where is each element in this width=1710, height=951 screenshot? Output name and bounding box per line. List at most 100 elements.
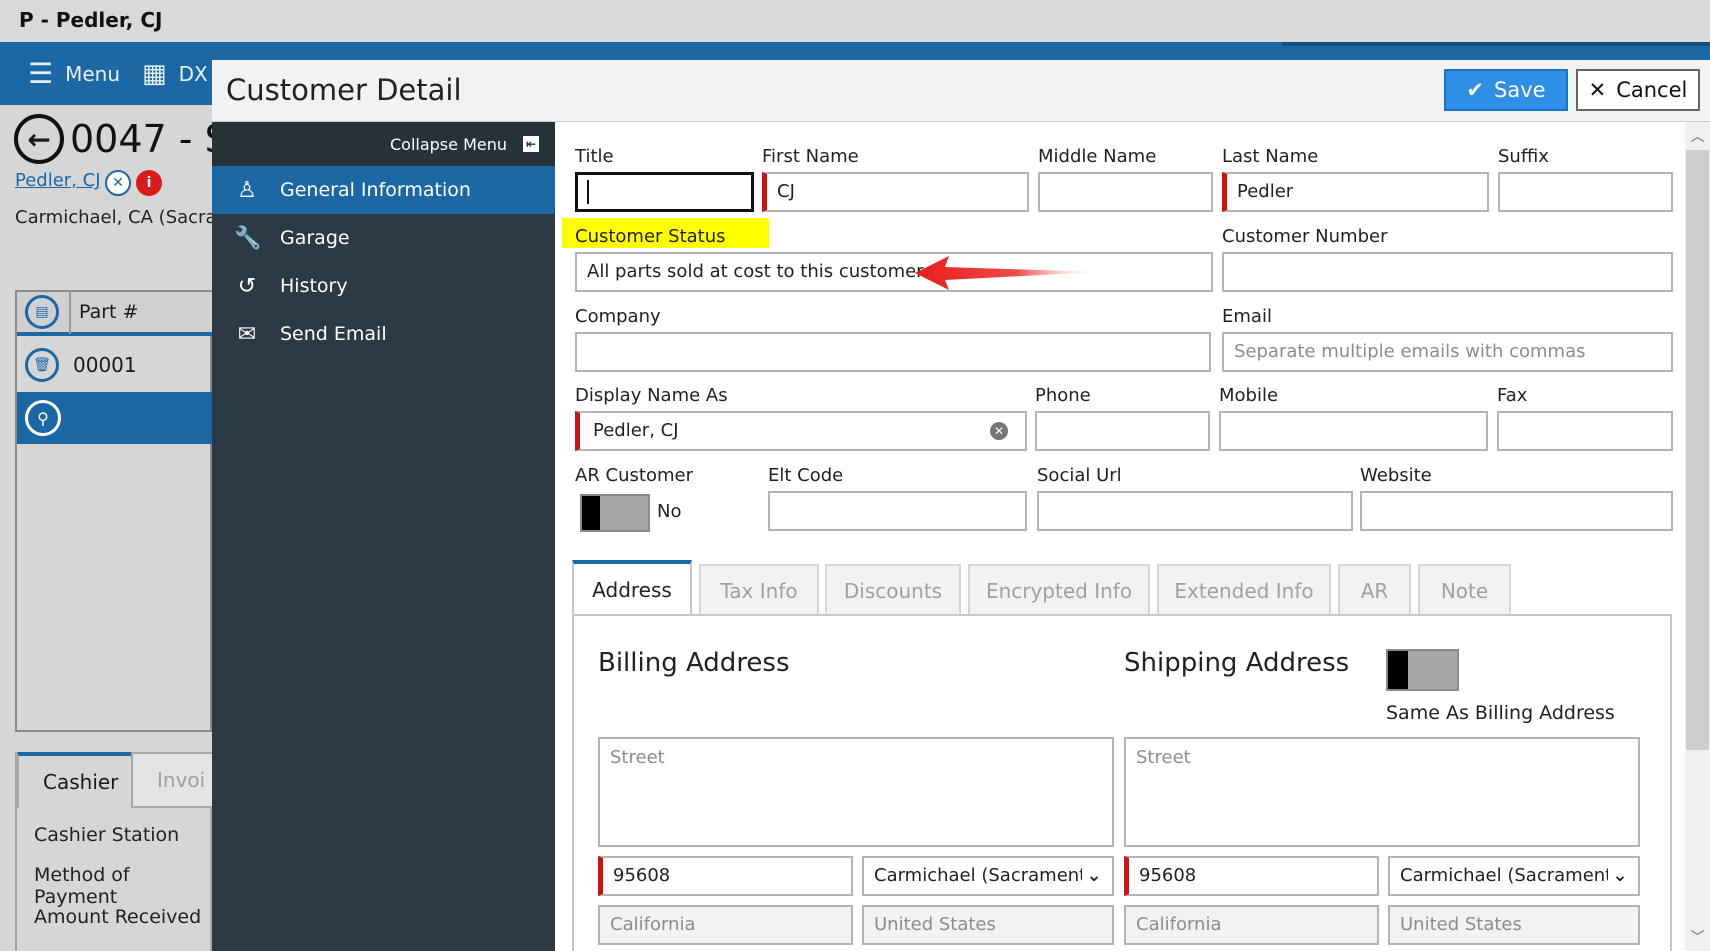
- scrollbar-thumb[interactable]: [1686, 150, 1709, 750]
- middle-name-label: Middle Name: [1038, 146, 1157, 167]
- middle-name-field[interactable]: [1038, 172, 1213, 212]
- display-name-field[interactable]: Pedler, CJ: [575, 411, 1027, 451]
- hamburger-icon: ☰: [28, 57, 54, 90]
- ar-customer-label: AR Customer: [575, 465, 693, 486]
- ar-customer-value: No: [657, 501, 682, 522]
- website-field[interactable]: [1360, 491, 1673, 531]
- billing-street-field[interactable]: Street: [598, 737, 1114, 847]
- detail-sidebar: Collapse Menu ⇤ ♙ General Information 🔧 …: [212, 122, 555, 951]
- wrench-icon: 🔧: [234, 225, 262, 251]
- fax-field[interactable]: [1497, 411, 1673, 451]
- dx-label: DX: [178, 61, 208, 86]
- trash-icon[interactable]: 🗑: [25, 348, 59, 382]
- tab-cashier[interactable]: Cashier: [17, 752, 145, 808]
- sidebar-item-label: History: [280, 275, 348, 297]
- clear-icon[interactable]: ✕: [990, 422, 1008, 440]
- customer-status-field[interactable]: All parts sold at cost to this customer: [575, 252, 1213, 292]
- search-icon[interactable]: ⚲: [25, 400, 61, 436]
- menu-button[interactable]: ☰ Menu: [28, 42, 120, 105]
- display-name-label: Display Name As: [575, 385, 728, 406]
- part-number-cell: 00001: [73, 353, 137, 377]
- method-of-payment-label: Method of Payment: [34, 864, 130, 908]
- annotation-arrow: [915, 256, 1100, 290]
- social-url-field[interactable]: [1037, 491, 1353, 531]
- billing-country-field: United States: [862, 905, 1114, 945]
- collapse-icon: ⇤: [523, 136, 539, 152]
- bottom-panel: Cashier Invoi Cashier Station Method of …: [15, 752, 232, 951]
- text-cursor: [587, 180, 589, 204]
- shipping-city-select[interactable]: Carmichael (Sacramento) ⌄: [1388, 856, 1640, 896]
- sidebar-item-history[interactable]: ↺ History: [212, 262, 555, 310]
- remove-customer-icon[interactable]: ✕: [105, 170, 131, 196]
- first-name-label: First Name: [762, 146, 859, 167]
- elt-code-field[interactable]: [768, 491, 1027, 531]
- table-row-search[interactable]: ⚲: [17, 392, 212, 444]
- tab-ar[interactable]: AR: [1338, 564, 1411, 616]
- toggle-knob: [582, 496, 600, 530]
- order-header: ← 0047 - S: [14, 112, 229, 166]
- fax-label: Fax: [1497, 385, 1528, 406]
- sidebar-item-general-information[interactable]: ♙ General Information: [212, 166, 555, 214]
- sidebar-item-label: Garage: [280, 227, 350, 249]
- shipping-city-value: Carmichael (Sacramento): [1400, 865, 1631, 886]
- tab-discounts[interactable]: Discounts: [825, 564, 961, 616]
- mobile-field[interactable]: [1219, 411, 1488, 451]
- last-name-field[interactable]: Pedler: [1222, 172, 1489, 212]
- shipping-zip-field[interactable]: 95608: [1124, 856, 1379, 896]
- last-name-label: Last Name: [1222, 146, 1319, 167]
- tab-note[interactable]: Note: [1418, 564, 1511, 616]
- company-field[interactable]: [575, 332, 1211, 372]
- back-arrow-icon[interactable]: ←: [14, 114, 64, 164]
- sidebar-item-send-email[interactable]: ✉ Send Email: [212, 310, 555, 358]
- sidebar-item-label: Send Email: [280, 323, 387, 345]
- menu-label: Menu: [65, 61, 121, 86]
- tab-encrypted-info[interactable]: Encrypted Info: [968, 564, 1150, 616]
- social-url-label: Social Url: [1037, 465, 1122, 486]
- tab-extended-info[interactable]: Extended Info: [1157, 564, 1331, 616]
- table-row[interactable]: 🗑 00001: [17, 338, 212, 392]
- ar-customer-toggle[interactable]: [580, 494, 650, 532]
- cashier-station-label: Cashier Station: [34, 824, 180, 846]
- shipping-state-field: California: [1124, 905, 1379, 945]
- suffix-label: Suffix: [1498, 146, 1549, 167]
- scroll-up-icon[interactable]: ︿: [1685, 126, 1710, 146]
- collapse-menu-button[interactable]: Collapse Menu ⇤: [212, 122, 555, 166]
- title-field[interactable]: [575, 172, 754, 212]
- suffix-field[interactable]: [1498, 172, 1673, 212]
- close-icon: ✕: [1588, 78, 1607, 102]
- sidebar-item-label: General Information: [280, 179, 471, 201]
- company-label: Company: [575, 306, 661, 327]
- save-button[interactable]: ✔ Save: [1444, 69, 1568, 111]
- scroll-down-icon[interactable]: ﹀: [1685, 927, 1710, 947]
- customer-link[interactable]: Pedler, CJ: [15, 170, 101, 191]
- customer-number-field[interactable]: [1222, 252, 1673, 292]
- amount-received-label: Amount Received: [34, 906, 202, 928]
- dx-button[interactable]: ▦ DX: [142, 42, 208, 105]
- check-icon: ✔: [1466, 78, 1485, 102]
- person-icon: ♙: [237, 177, 257, 203]
- billing-zip-field[interactable]: 95608: [598, 856, 853, 896]
- first-name-field[interactable]: CJ: [762, 172, 1029, 212]
- billing-city-select[interactable]: Carmichael (Sacramento) ⌄: [862, 856, 1114, 896]
- modal-header: Customer Detail ✔ Save ✕ Cancel: [212, 60, 1710, 122]
- order-number: 0047 - S: [70, 117, 229, 161]
- phone-field[interactable]: [1035, 411, 1210, 451]
- shipping-address-title: Shipping Address: [1124, 648, 1350, 678]
- sidebar-item-garage[interactable]: 🔧 Garage: [212, 214, 555, 262]
- email-field[interactable]: Separate multiple emails with commas: [1222, 332, 1673, 372]
- cancel-label: Cancel: [1616, 78, 1688, 102]
- billing-address-title: Billing Address: [598, 648, 790, 678]
- cancel-button[interactable]: ✕ Cancel: [1576, 69, 1700, 111]
- same-as-billing-toggle[interactable]: [1386, 649, 1459, 691]
- shipping-country-field: United States: [1388, 905, 1640, 945]
- column-divider: [69, 290, 71, 334]
- film-icon[interactable]: ▤: [25, 295, 59, 329]
- info-alert-icon[interactable]: i: [136, 170, 162, 196]
- form-scrollbar[interactable]: ︿ ﹀: [1685, 122, 1710, 951]
- billing-city-value: Carmichael (Sacramento): [874, 865, 1105, 886]
- top-nav-accent: [1282, 42, 1710, 46]
- tab-tax-info[interactable]: Tax Info: [699, 564, 819, 616]
- shipping-street-field[interactable]: Street: [1124, 737, 1640, 847]
- tab-address[interactable]: Address: [572, 560, 692, 616]
- website-label: Website: [1360, 465, 1432, 486]
